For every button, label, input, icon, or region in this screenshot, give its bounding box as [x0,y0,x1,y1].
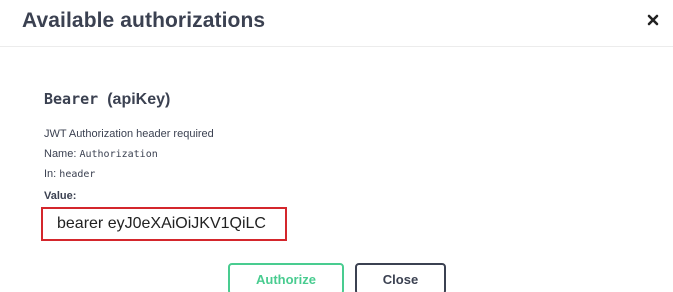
scheme-description: JWT Authorization header required [44,128,214,140]
value-label: Value: [44,190,77,202]
scheme-name: Bearer [44,90,99,108]
authorization-modal: Available authorizations Bearer (apiKey)… [0,0,673,292]
name-value: Authorization [79,149,158,160]
modal-title: Available authorizations [22,9,266,32]
name-label: Name: [44,148,77,160]
auth-scheme-header: Bearer (apiKey) [44,90,170,109]
scheme-title: Bearer (apiKey) [44,90,170,109]
scheme-type: (apiKey) [107,91,171,108]
modal-header: Available authorizations [0,0,673,47]
in-value: header [59,169,96,180]
in-label: In: [44,168,57,180]
scheme-in-row: In: header [44,168,95,180]
scheme-name-row: Name: Authorization [44,148,158,160]
authorize-button[interactable]: Authorize [228,263,344,292]
close-button[interactable]: Close [355,263,446,292]
value-input[interactable] [41,207,287,241]
close-icon[interactable] [645,12,661,28]
